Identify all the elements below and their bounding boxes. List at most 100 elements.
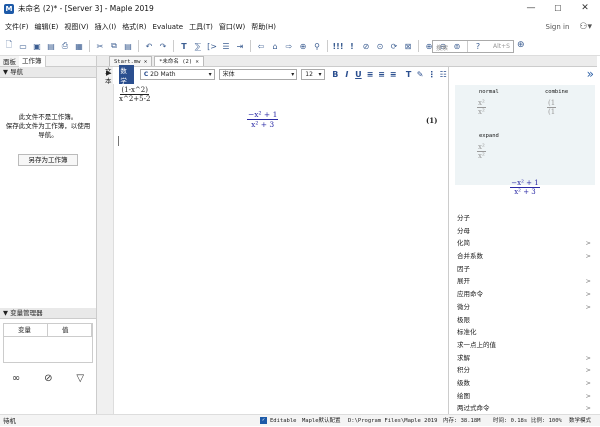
chevron-right-icon: > [585,353,591,362]
font-select[interactable]: 宋体 ▾ [218,69,298,80]
text-color-icon[interactable]: T [404,69,414,80]
collapse-panel-icon[interactable]: » [449,67,600,85]
context-op-item[interactable]: 应用命令 > [457,288,597,301]
menu-window[interactable]: 窗口(W) [216,22,248,32]
print-preview-icon[interactable]: ▦ [73,40,85,52]
section-icon[interactable]: ☰ [220,40,232,52]
numbered-list-icon[interactable]: ☷ [438,69,448,80]
menu-evaluate[interactable]: Evaluate [150,23,187,31]
user-icon[interactable]: ⚇▾ [579,22,592,32]
status-config: Maple默认配置 [302,418,341,424]
menu-insert[interactable]: 插入(I) [92,22,120,32]
preview-math-combine[interactable]: (1 (1 [547,99,557,116]
bullet-list-icon[interactable]: ⋮ [427,69,437,80]
menu-format[interactable]: 格式(R) [119,22,149,32]
forward-icon[interactable]: ⇨ [283,40,295,52]
context-op-item[interactable]: 极限 [457,314,597,327]
bookmark-icon[interactable]: ⚲ [311,40,323,52]
close-button[interactable]: ✕ [572,0,598,17]
title-bar: M 未命名 (2)* - [Server 3] - Maple 2019 — ☐… [0,0,600,17]
preview-math-expand[interactable]: x² x² [477,143,486,160]
print-icon[interactable]: ⎙ [59,40,71,52]
execution-group-icon[interactable]: [> [206,40,218,52]
hide-icon[interactable]: ⊘ [44,373,52,384]
column-header-value[interactable]: 值 [48,324,92,336]
font-size-select[interactable]: 12 ▾ [301,69,325,80]
save-all-icon[interactable]: ▤ [45,40,57,52]
restart-icon[interactable]: ⟳ [388,40,400,52]
stop-icon[interactable]: ⊘ [360,40,372,52]
tab-untitled-2[interactable]: *未命名 (2) ✕ [154,56,204,66]
highlight-icon[interactable]: ✎ [415,69,425,80]
context-op-item[interactable]: 化简 > [457,237,597,250]
context-op-item[interactable]: 展开 > [457,275,597,288]
insert-math-icon[interactable]: ⅀ [192,40,204,52]
execute-icon[interactable]: ! [346,40,358,52]
back-icon[interactable]: ⇦ [255,40,267,52]
save-as-workbook-button[interactable]: 另存为工作簿 [18,154,78,166]
menu-file[interactable]: 文件(F) [2,22,32,32]
tab-workbook[interactable]: 工作簿 [19,55,46,67]
menu-help[interactable]: 帮助(H) [248,22,279,32]
variable-manager-header[interactable]: ▼ 变量管理器 [0,308,96,319]
toolbar-separator [89,40,90,52]
navigator-header[interactable]: ▼ 导航 [0,67,96,78]
copy-icon[interactable]: ⧉ [108,40,120,52]
context-op-item[interactable]: 合并系数 > [457,250,597,263]
new-document-icon[interactable]: 🗋 [3,40,15,52]
home-icon[interactable]: ⌂ [269,40,281,52]
remove-output-icon[interactable]: ⊠ [402,40,414,52]
menu-tools[interactable]: 工具(T) [186,22,216,32]
editable-checkbox[interactable]: ✓ [260,417,267,424]
preview-math-normal[interactable]: x² x² [477,99,486,116]
insert-text-icon[interactable]: T [178,40,190,52]
context-op-item[interactable]: 级数 > [457,377,597,390]
undo-icon[interactable]: ↶ [143,40,155,52]
menu-edit[interactable]: 编辑(E) [32,22,62,32]
close-icon[interactable]: ✕ [196,59,199,65]
context-op-item[interactable]: 分子 [457,212,597,225]
close-icon[interactable]: ✕ [144,59,147,65]
align-center-icon[interactable]: ≡ [377,69,387,80]
paste-icon[interactable]: ▤ [122,40,134,52]
search-go-icon[interactable]: ⊕ [517,40,525,50]
maximize-button[interactable]: ☐ [545,0,571,17]
tab-palettes[interactable]: 面板 [0,56,19,66]
text-mode-button[interactable]: 文本 [105,65,117,85]
save-icon[interactable]: ▣ [31,40,43,52]
context-op-item[interactable]: 积分 > [457,364,597,377]
math-input[interactable]: (1-x^2) x^2+5-2 [119,86,150,103]
context-op-item[interactable]: 求一点上的值 [457,339,597,352]
redo-icon[interactable]: ↷ [157,40,169,52]
context-op-item[interactable]: 标准化 [457,326,597,339]
glasses-icon[interactable]: ∞ [12,373,20,384]
bold-button[interactable]: B [331,69,341,80]
link-icon[interactable]: ⊕ [297,40,309,52]
document-area[interactable]: (1-x^2) x^2+5-2 −x² + 1 x² + 3 (1) [113,84,446,414]
filter-icon[interactable]: ▽ [76,373,84,384]
variable-toolbar: ∞ ⊘ ▽ [0,373,96,384]
debug-icon[interactable]: ⊙ [374,40,386,52]
context-op-item[interactable]: 微分 > [457,301,597,314]
collapse-arrow-icon[interactable]: ▼ [3,309,8,317]
math-mode-button[interactable]: 数学 [119,64,134,85]
column-header-variable[interactable]: 变量 [4,324,48,336]
context-op-item[interactable]: 绘图 > [457,390,597,403]
align-right-icon[interactable]: ≡ [388,69,398,80]
minimize-button[interactable]: — [518,0,544,17]
sign-in-link[interactable]: Sign in [546,23,570,31]
input-type-select[interactable]: C 2D Math ▾ [139,69,215,80]
execute-all-icon[interactable]: !!! [332,40,344,52]
menu-view[interactable]: 视图(V) [61,22,91,32]
context-op-item[interactable]: 因子 [457,263,597,276]
context-op-item[interactable]: 求解 > [457,352,597,365]
underline-button[interactable]: U [354,69,364,80]
paragraph-icon[interactable]: ⇥ [234,40,246,52]
open-icon[interactable]: ▭ [17,40,29,52]
collapse-arrow-icon[interactable]: ▼ [3,68,8,76]
align-left-icon[interactable]: ≡ [365,69,375,80]
italic-button[interactable]: I [342,69,352,80]
context-op-item[interactable]: 分母 [457,225,597,238]
cut-icon[interactable]: ✂ [94,40,106,52]
help-search-input[interactable]: 搜索 Alt+S [432,40,514,53]
